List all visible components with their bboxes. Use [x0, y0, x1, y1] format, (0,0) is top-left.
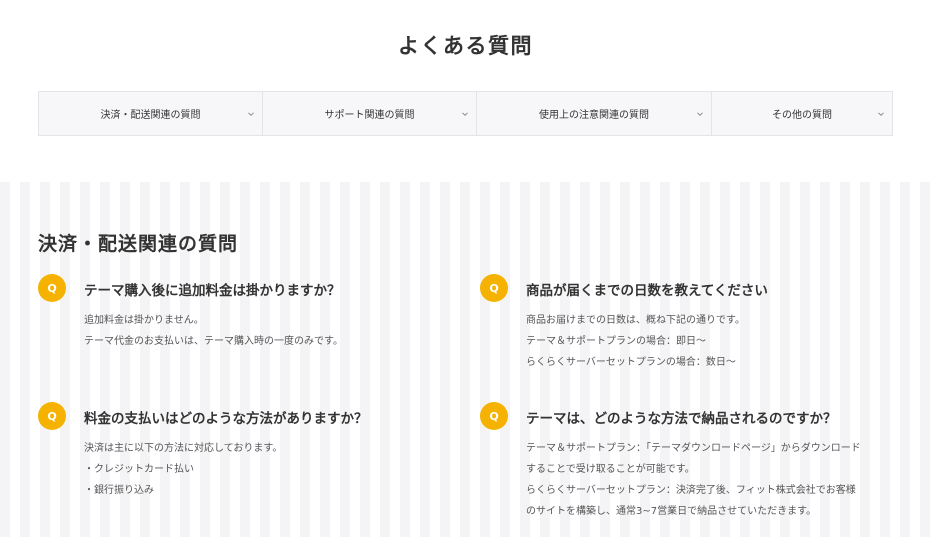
- chevron-down-icon: [878, 111, 884, 116]
- answer-line: テーマ代金のお支払いは、テーマ購入時の一度のみです。: [84, 336, 343, 347]
- faq-question: 料金の支払いはどのような方法がありますか？: [84, 411, 368, 427]
- answer-line: ・銀行振り込み: [84, 485, 154, 496]
- faq-answer: 追加料金は掛かりません。 テーマ代金のお支払いは、テーマ購入時の一度のみです。: [84, 310, 464, 352]
- q-badge-icon: Q: [38, 274, 66, 302]
- page-title: よくある質問: [398, 34, 533, 58]
- chevron-down-icon: [697, 111, 703, 116]
- tab-support[interactable]: サポート関連の質問: [263, 92, 477, 135]
- faq-category-tabs: 決済・配送関連の質問 サポート関連の質問 使用上の注意関連の質問 その他の質問: [38, 91, 893, 136]
- section-title: 決済・配送関連の質問: [38, 233, 239, 255]
- answer-line: 決済は主に以下の方法に対応しております。: [84, 443, 283, 454]
- answer-line: することで受け取ることが可能です。: [526, 464, 695, 475]
- chevron-down-icon: [462, 111, 468, 116]
- tab-other[interactable]: その他の質問: [712, 92, 892, 135]
- faq-question: テーマは、どのような方法で納品されるのですか？: [526, 411, 837, 427]
- answer-line: テーマ＆サポートプランの場合：即日～: [526, 336, 706, 347]
- tab-payment-shipping[interactable]: 決済・配送関連の質問: [39, 92, 263, 135]
- tab-usage-notes[interactable]: 使用上の注意関連の質問: [477, 92, 712, 135]
- faq-answer: テーマ＆サポートプラン：「テーマダウンロードページ」からダウンロード することで…: [526, 438, 906, 522]
- faq-question: 商品が届くまでの日数を教えてください: [526, 283, 768, 299]
- answer-line: 追加料金は掛かりません。: [84, 315, 204, 326]
- faq-answer: 商品お届けまでの日数は、概ね下記の通りです。 テーマ＆サポートプランの場合：即日…: [526, 310, 906, 373]
- tab-label: 決済・配送関連の質問: [100, 110, 201, 121]
- faq-answer: 決済は主に以下の方法に対応しております。 ・クレジットカード払い ・銀行振り込み: [84, 438, 464, 501]
- faq-question: テーマ購入後に追加料金は掛かりますか？: [84, 283, 341, 299]
- chevron-down-icon: [248, 111, 254, 116]
- tab-label: 使用上の注意関連の質問: [539, 110, 649, 121]
- answer-line: らくらくサーバーセットプラン：決済完了後、フィット株式会社でお客様: [526, 485, 856, 496]
- answer-line: のサイトを構築し、通常3~7営業日で納品させていただきます。: [526, 506, 817, 517]
- answer-line: テーマ＆サポートプラン：「テーマダウンロードページ」からダウンロード: [526, 443, 861, 454]
- q-badge-icon: Q: [38, 402, 66, 430]
- tab-label: サポート関連の質問: [324, 110, 415, 121]
- answer-line: らくらくサーバーセットプランの場合：数日～: [526, 357, 736, 368]
- q-badge-icon: Q: [480, 402, 508, 430]
- q-badge-icon: Q: [480, 274, 508, 302]
- answer-line: 商品お届けまでの日数は、概ね下記の通りです。: [526, 315, 745, 326]
- answer-line: ・クレジットカード払い: [84, 464, 194, 475]
- tab-label: その他の質問: [772, 110, 832, 121]
